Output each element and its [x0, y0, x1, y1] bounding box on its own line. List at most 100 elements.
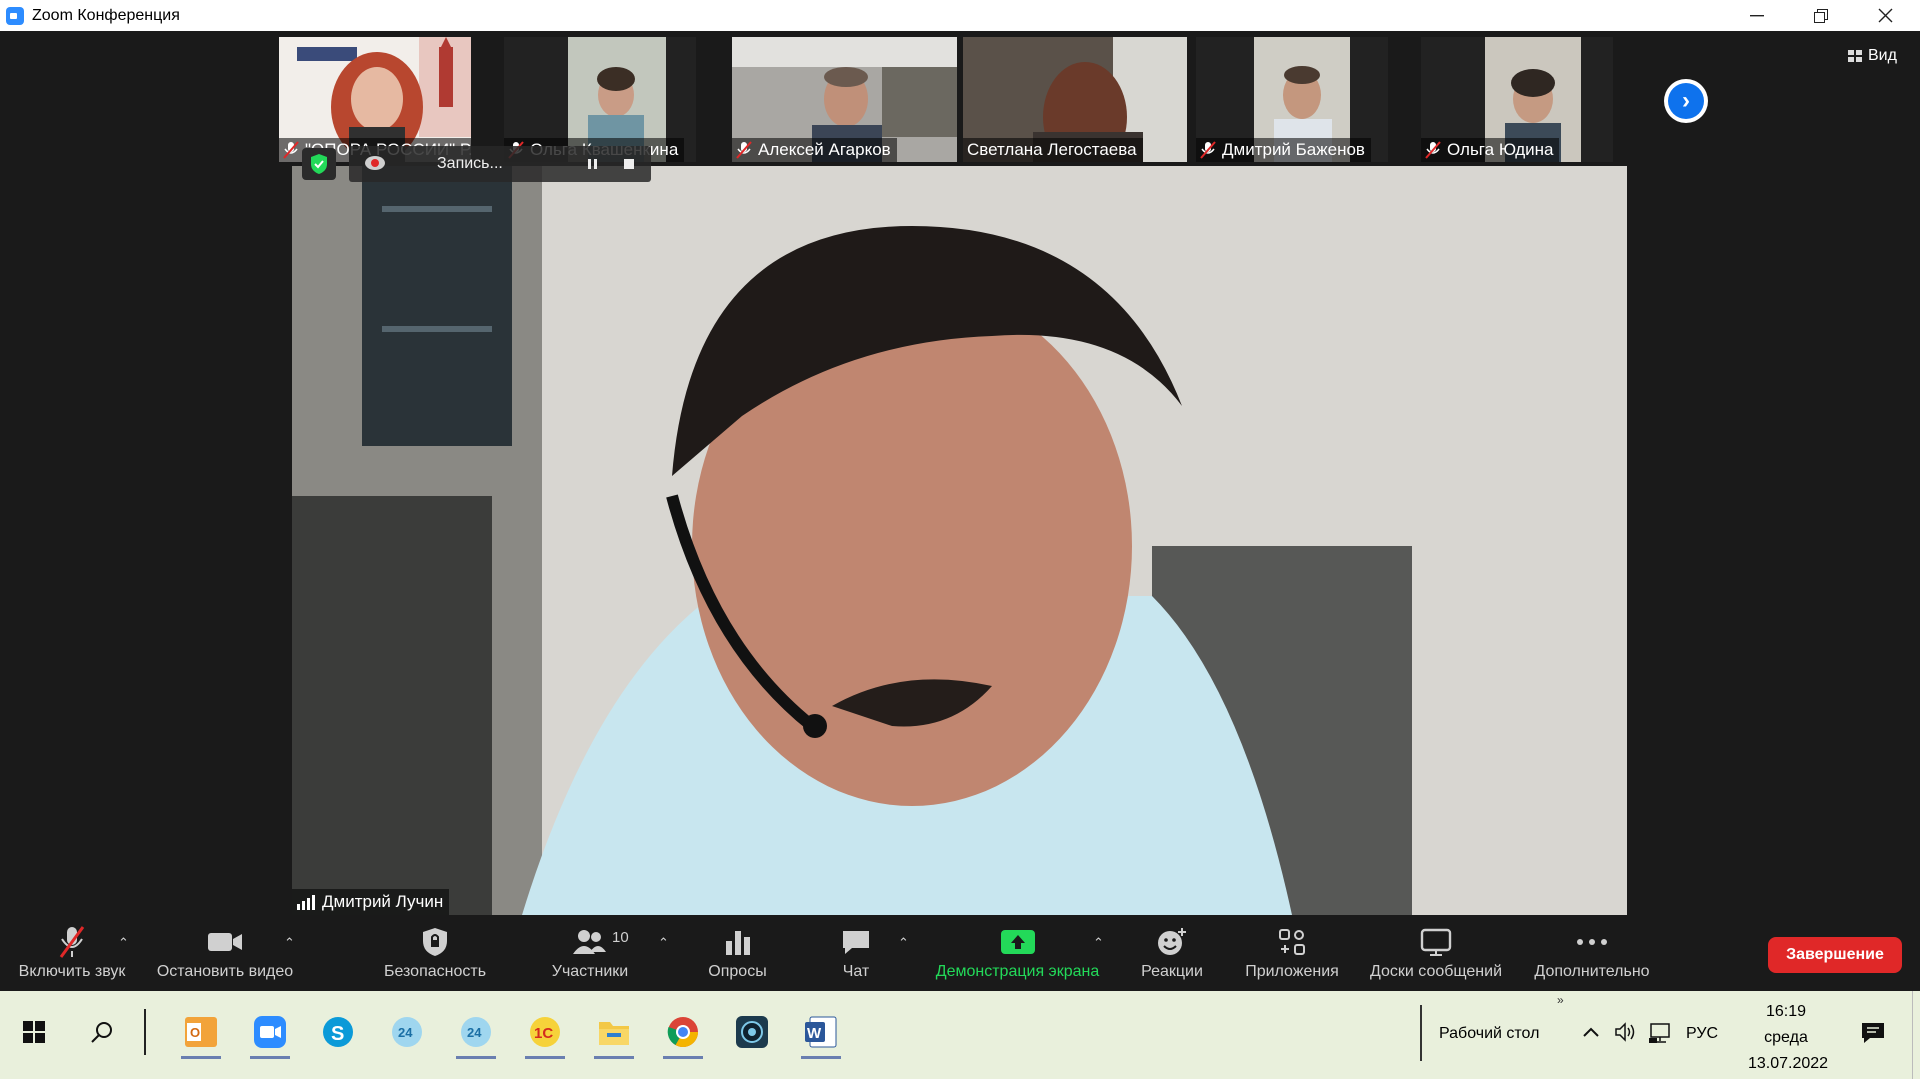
- participant-tile[interactable]: Ольга Юдина: [1421, 37, 1613, 162]
- polls-button[interactable]: Опросы: [690, 917, 785, 991]
- more-label: Дополнительно: [1534, 963, 1650, 980]
- muted-mic-icon: [1425, 141, 1441, 159]
- notification-icon: [1862, 1023, 1884, 1043]
- unmute-label: Включить звук: [18, 963, 126, 980]
- muted-mic-icon: [57, 923, 87, 961]
- close-button[interactable]: [1854, 0, 1916, 31]
- search-button[interactable]: [78, 1009, 126, 1055]
- desktop-toolbar-label[interactable]: Рабочий стол: [1439, 1025, 1539, 1043]
- outlook-taskbar-icon[interactable]: O: [177, 1009, 225, 1059]
- video-options-caret[interactable]: ⌃: [284, 935, 295, 951]
- chevron-up-icon: [1583, 1027, 1599, 1037]
- participants-label: Участники: [551, 963, 629, 980]
- stop-recording-button[interactable]: [621, 156, 637, 177]
- show-hidden-icons-button[interactable]: [1582, 1025, 1600, 1043]
- 1c-taskbar-icon[interactable]: 1C: [521, 1009, 569, 1059]
- audio-options-caret[interactable]: ⌃: [118, 935, 129, 951]
- participants-icon: [572, 923, 608, 961]
- next-page-button[interactable]: ›: [1664, 79, 1708, 123]
- search-icon: [91, 1022, 112, 1043]
- chrome-taskbar-icon[interactable]: [659, 1009, 707, 1059]
- view-button[interactable]: Вид: [1848, 47, 1897, 65]
- security-button[interactable]: Безопасность: [375, 917, 495, 991]
- share-screen-button[interactable]: Демонстрация экрана: [925, 917, 1110, 991]
- bitrix24-taskbar-icon[interactable]: 24: [383, 1009, 431, 1055]
- apps-icon: [1277, 923, 1307, 961]
- recording-label: Запись...: [437, 155, 503, 172]
- word-taskbar-icon[interactable]: W: [797, 1009, 845, 1059]
- windows-start-button[interactable]: [10, 1009, 58, 1055]
- video-camera-icon: [207, 923, 243, 961]
- whiteboards-button[interactable]: Доски сообщений: [1360, 917, 1512, 991]
- svg-text:24: 24: [398, 1025, 413, 1040]
- pause-recording-button[interactable]: [585, 156, 601, 177]
- toolbar-expand-chevrons[interactable]: »: [1557, 993, 1564, 1007]
- svg-text:O: O: [190, 1025, 200, 1040]
- participant-name: Ольга Юдина: [1447, 140, 1554, 159]
- participant-tile[interactable]: "ОПОРА РОССИИ" Р...: [279, 37, 471, 162]
- stop-video-label: Остановить видео: [156, 963, 294, 980]
- pause-icon: [588, 159, 597, 169]
- participants-options-caret[interactable]: ⌃: [658, 935, 669, 951]
- cloud-record-icon: [363, 153, 387, 176]
- svg-text:S: S: [331, 1023, 344, 1045]
- participant-tile[interactable]: Ольга Квашенкина: [504, 37, 696, 162]
- reactions-label: Реакции: [1141, 963, 1203, 980]
- chat-button[interactable]: Чат: [820, 917, 892, 991]
- network-icon[interactable]: [1648, 1022, 1674, 1049]
- participant-tile[interactable]: Алексей Агарков: [732, 37, 957, 162]
- muted-mic-icon: [736, 141, 752, 159]
- share-screen-label: Демонстрация экрана: [935, 963, 1100, 980]
- participant-tile[interactable]: Дмитрий Баженов: [1196, 37, 1388, 162]
- share-options-caret[interactable]: ⌃: [1093, 935, 1104, 951]
- active-speaker-name-label: Дмитрий Лучин: [292, 889, 450, 915]
- active-speaker-video: [292, 166, 1627, 915]
- unmute-button[interactable]: Включить звук: [12, 917, 132, 991]
- shield-check-icon: [311, 154, 327, 174]
- security-shield-badge[interactable]: [302, 148, 336, 180]
- chat-options-caret[interactable]: ⌃: [898, 935, 909, 951]
- svg-text:W: W: [807, 1025, 822, 1042]
- clock-date: 13.07.2022: [1748, 1055, 1829, 1072]
- windows-taskbar: O S 24 24 1C W » Рабочий стол РУС 16:19 …: [0, 991, 1920, 1079]
- end-meeting-button[interactable]: Завершение: [1768, 937, 1902, 973]
- system-clock[interactable]: 16:19 среда 13.07.2022: [1748, 999, 1829, 1077]
- whiteboard-icon: [1420, 923, 1452, 961]
- taskbar-divider: [144, 1009, 146, 1055]
- signal-strength-icon: [297, 895, 315, 910]
- recording-status-bar: Запись...: [349, 146, 651, 182]
- participant-name-label: Светлана Легостаева: [963, 138, 1143, 162]
- taskbar-divider-2: [1420, 1005, 1422, 1061]
- bar-chart-icon: [724, 923, 752, 961]
- speaker-video-frame: [292, 166, 1627, 915]
- stop-video-button[interactable]: Остановить видео: [150, 917, 300, 991]
- volume-icon[interactable]: [1614, 1022, 1638, 1047]
- camera-app-taskbar-icon[interactable]: [728, 1009, 776, 1055]
- restore-button[interactable]: [1790, 0, 1852, 31]
- skype-taskbar-icon[interactable]: S: [314, 1009, 362, 1055]
- window-title-bar: Zoom Конференция: [0, 0, 1920, 31]
- participant-name-label: Ольга Юдина: [1421, 138, 1560, 162]
- bitrix24-taskbar-icon-2[interactable]: 24: [452, 1009, 500, 1059]
- participant-tile[interactable]: Светлана Легостаева: [963, 37, 1187, 162]
- zoom-taskbar-icon[interactable]: [246, 1009, 294, 1059]
- input-language-indicator[interactable]: РУС: [1686, 1025, 1718, 1043]
- svg-text:1C: 1C: [534, 1025, 553, 1042]
- participant-name: Светлана Легостаева: [967, 140, 1137, 159]
- show-desktop-button[interactable]: [1912, 991, 1920, 1079]
- grid-view-icon: [1848, 50, 1862, 62]
- polls-label: Опросы: [708, 963, 767, 980]
- muted-mic-icon: [1200, 141, 1216, 159]
- file-explorer-taskbar-icon[interactable]: [590, 1009, 638, 1059]
- participant-name: Дмитрий Баженов: [1222, 140, 1365, 159]
- participant-name: Алексей Агарков: [758, 140, 891, 159]
- more-button[interactable]: Дополнительно: [1526, 917, 1658, 991]
- action-center-button[interactable]: [1860, 1021, 1886, 1050]
- svg-text:24: 24: [467, 1025, 482, 1040]
- minimize-button[interactable]: [1726, 0, 1788, 31]
- reactions-button[interactable]: Реакции: [1130, 917, 1214, 991]
- view-label: Вид: [1868, 47, 1897, 64]
- zoom-app-icon: [6, 6, 24, 25]
- clock-time: 16:19: [1765, 1003, 1807, 1020]
- apps-button[interactable]: Приложения: [1232, 917, 1352, 991]
